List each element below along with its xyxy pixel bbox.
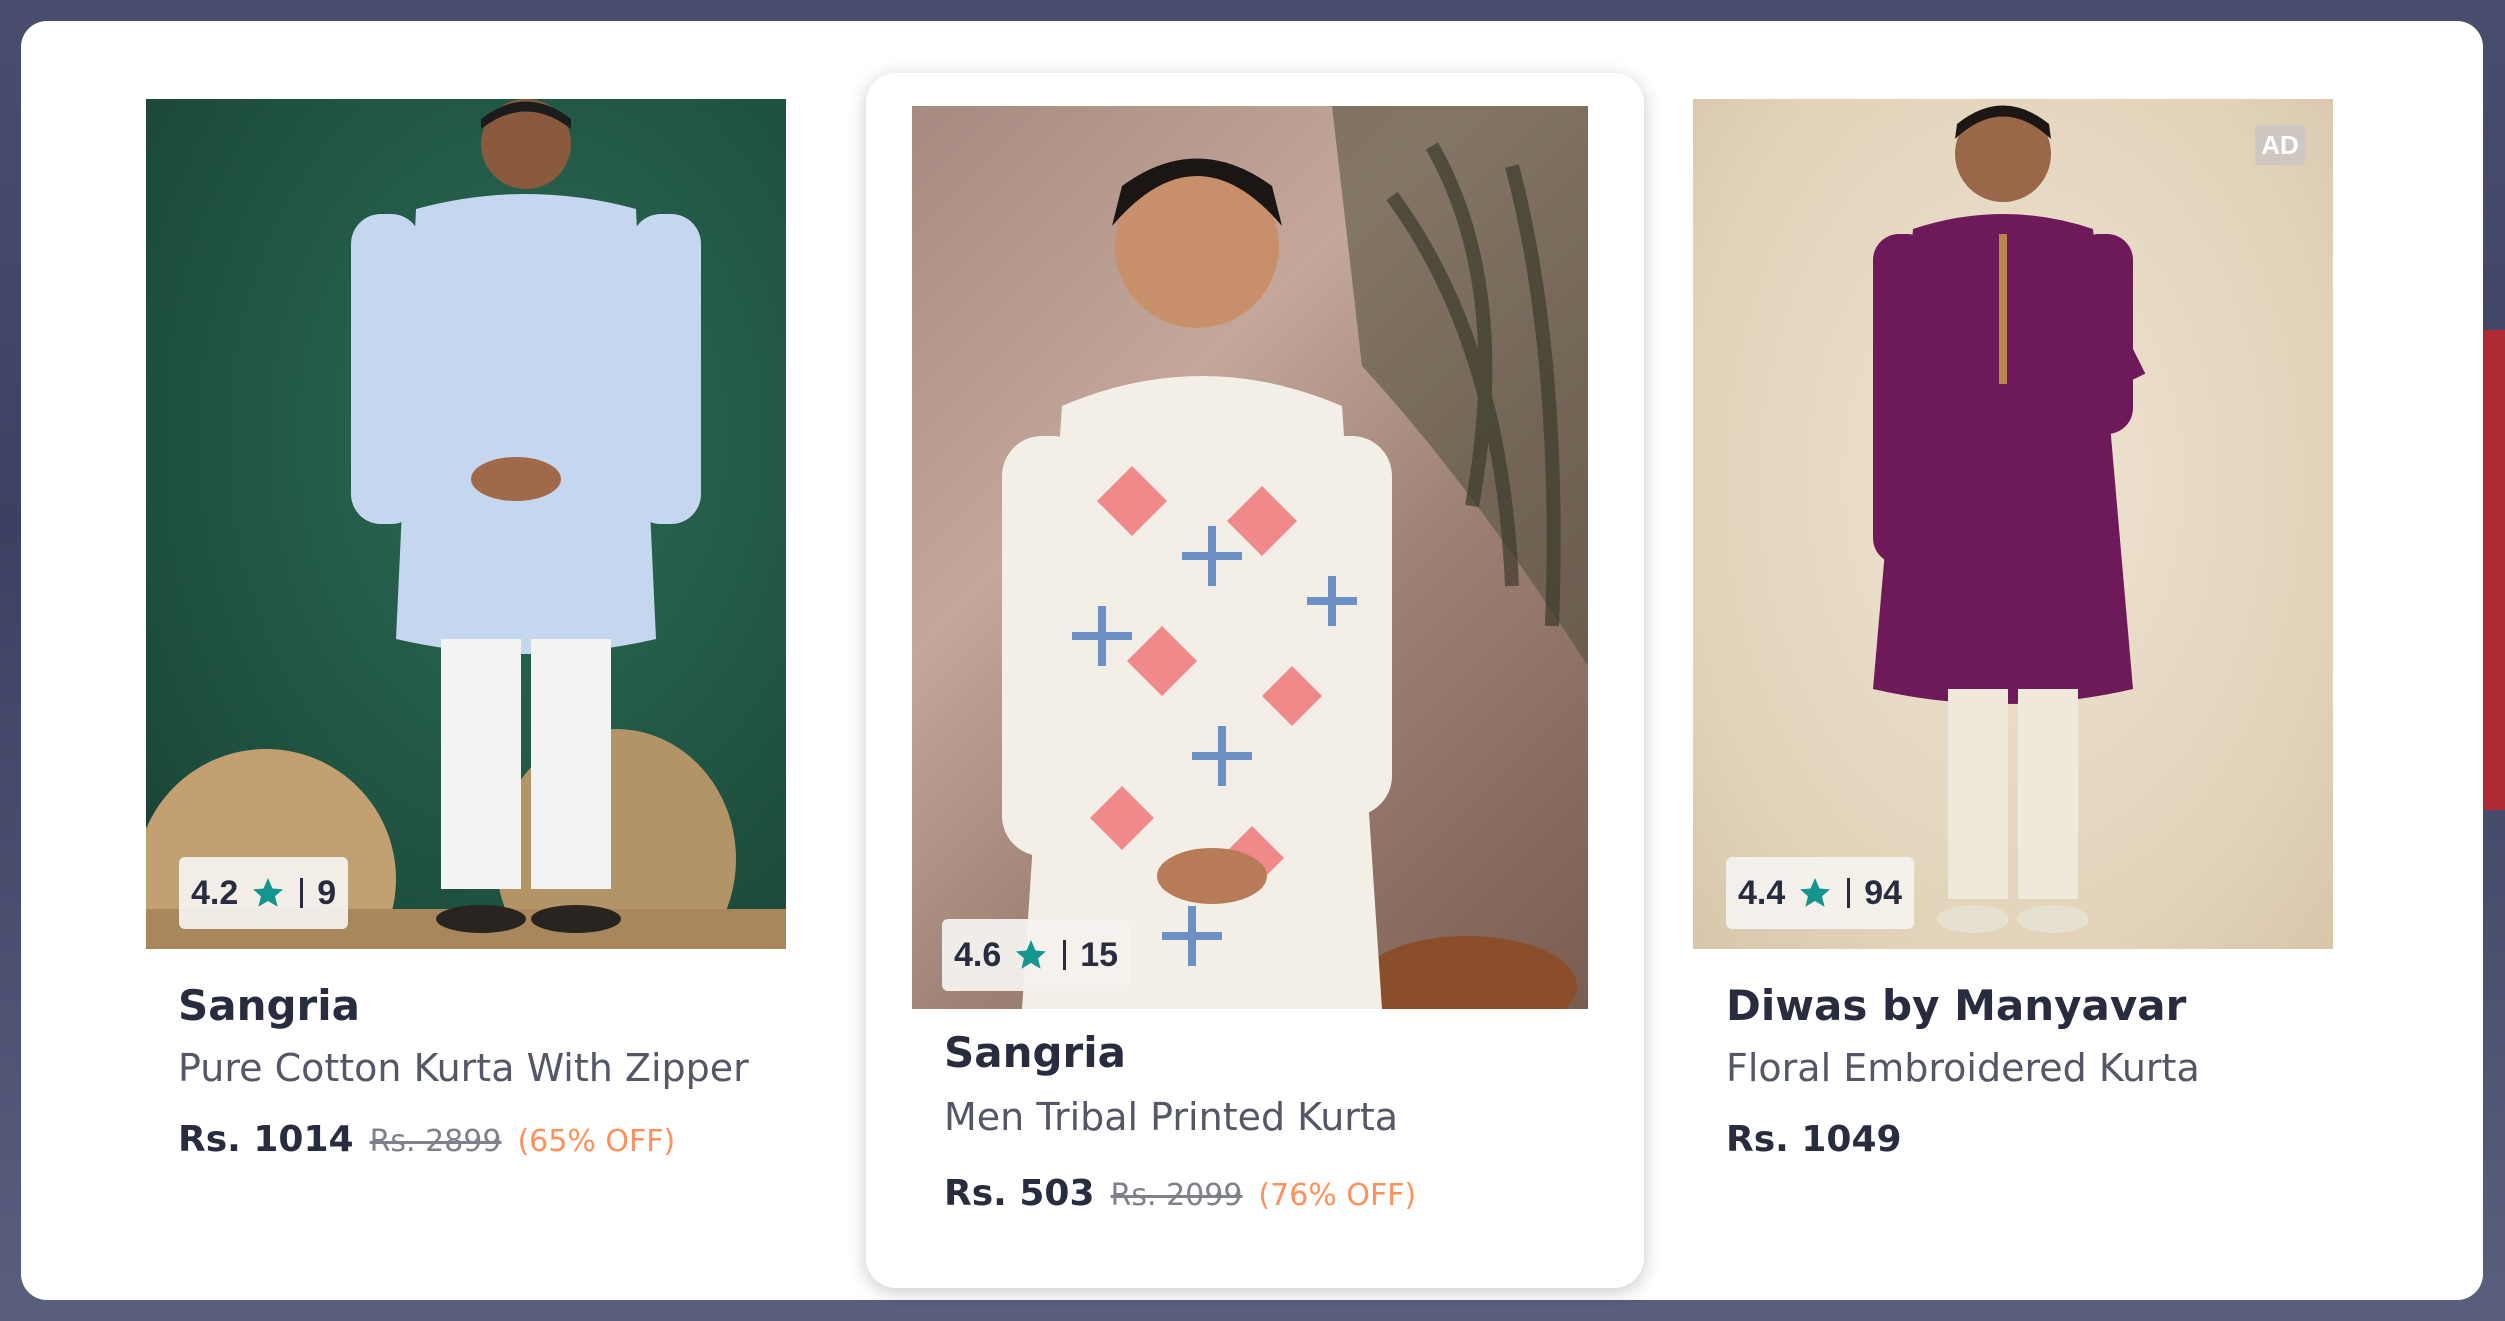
price: Rs. 1049: [1726, 1119, 1902, 1160]
rating-badge: 4.6 15: [942, 919, 1131, 991]
rating-count: 15: [1080, 935, 1119, 974]
original-price: Rs. 2099: [1110, 1178, 1243, 1213]
discount: (65% OFF): [517, 1124, 676, 1159]
rating-badge: 4.4 94: [1726, 857, 1915, 929]
star-icon: [1800, 878, 1831, 907]
price: Rs. 1014: [178, 1119, 354, 1160]
original-price: Rs. 2899: [369, 1124, 502, 1159]
rating-divider: [1063, 940, 1067, 970]
rating-divider: [300, 878, 304, 908]
brand-name[interactable]: Sangria: [944, 1028, 1126, 1077]
ad-badge: AD: [2255, 125, 2305, 165]
product-name[interactable]: Men Tribal Printed Kurta: [944, 1095, 1398, 1139]
discount: (76% OFF): [1258, 1178, 1417, 1213]
product-panel: 4.2 9 Sangria Pure Cotton Kurta With Zip…: [21, 21, 2483, 1300]
product-card-3[interactable]: AD 4.4 94 Diwas by Manyavar Floral Embro…: [1661, 21, 2461, 1271]
product-name[interactable]: Pure Cotton Kurta With Zipper: [178, 1046, 749, 1090]
product-card-2[interactable]: 4.6 15 Sangria Men Tribal Printed Kurta …: [866, 73, 1644, 1288]
price-row: Rs. 1014 Rs. 2899 (65% OFF): [178, 1119, 675, 1160]
product-name[interactable]: Floral Embroidered Kurta: [1726, 1046, 2200, 1090]
rating-value: 4.4: [1738, 873, 1786, 912]
product-image[interactable]: 4.6 15: [912, 106, 1588, 1009]
model-illustration: [146, 99, 786, 949]
rating-badge: 4.2 9: [179, 857, 349, 929]
star-icon: [253, 878, 284, 907]
rating-value: 4.2: [191, 873, 239, 912]
model-illustration: [1002, 106, 1588, 1009]
product-image[interactable]: AD 4.4 94: [1693, 99, 2333, 949]
price: Rs. 503: [944, 1173, 1095, 1214]
rating-value: 4.6: [954, 935, 1002, 974]
product-card-1[interactable]: 4.2 9 Sangria Pure Cotton Kurta With Zip…: [21, 21, 821, 1271]
model-illustration: [1873, 105, 2146, 933]
rating-count: 9: [317, 873, 337, 912]
price-row: Rs. 503 Rs. 2099 (76% OFF): [944, 1173, 1416, 1214]
rating-divider: [1847, 878, 1851, 908]
brand-name[interactable]: Diwas by Manyavar: [1726, 981, 2186, 1030]
product-image[interactable]: 4.2 9: [146, 99, 786, 949]
rating-count: 94: [1864, 873, 1903, 912]
star-icon: [1016, 940, 1047, 969]
brand-name[interactable]: Sangria: [178, 981, 360, 1030]
price-row: Rs. 1049: [1726, 1119, 1902, 1160]
